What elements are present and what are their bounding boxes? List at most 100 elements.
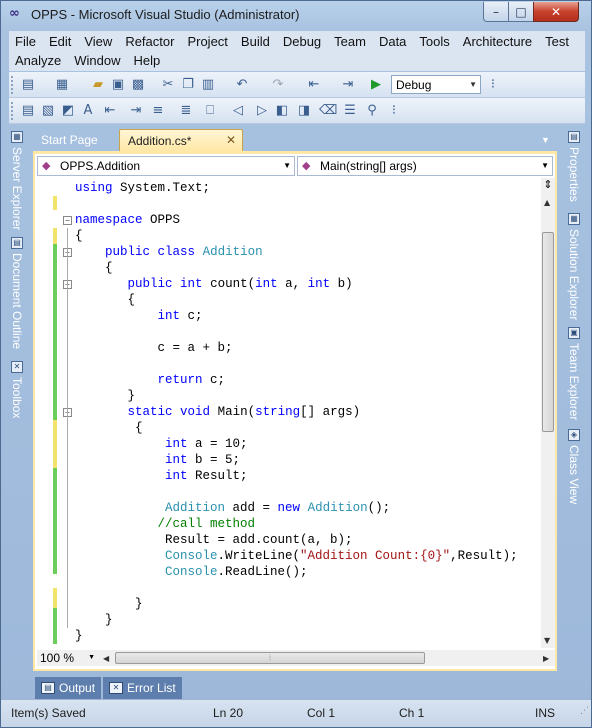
code-line[interactable]: } [75, 596, 143, 612]
menu-item-analyze[interactable]: Analyze [15, 53, 61, 68]
bookmark-next-folder-icon[interactable]: ◨ [295, 102, 313, 120]
side-tab-team-explorer[interactable]: ▣ Team Explorer [567, 327, 581, 420]
code-line[interactable]: { [75, 420, 143, 436]
code-line[interactable]: Result = add.count(a, b); [75, 532, 353, 548]
scroll-thumb[interactable] [542, 232, 554, 432]
code-line[interactable]: //call method [75, 516, 256, 532]
splitter-icon[interactable]: ⇕ [541, 178, 555, 194]
bookmark-previous-folder-icon[interactable]: ◧ [273, 102, 291, 120]
close-button[interactable]: ✕ [533, 2, 579, 22]
copy-icon[interactable]: ❐ [179, 76, 197, 94]
toolbar-grip[interactable] [11, 76, 14, 94]
code-line[interactable]: } [75, 612, 113, 628]
menu-item-build[interactable]: Build [241, 34, 270, 49]
member-navigation-dropdown[interactable]: ◆ Main(string[] args) ▼ [297, 156, 553, 176]
find-icon[interactable]: ⚲ [363, 102, 381, 120]
bookmark-previous-icon[interactable]: ◁ [229, 102, 247, 120]
menu-item-data[interactable]: Data [379, 34, 406, 49]
tab-addition-cs[interactable]: Addition.cs* ✕ [119, 129, 243, 151]
menu-item-team[interactable]: Team [334, 34, 366, 49]
menu-item-test[interactable]: Test [545, 34, 569, 49]
code-line[interactable]: { [75, 292, 136, 308]
bookmark-list-icon[interactable]: ☰ [341, 102, 359, 120]
redo-icon[interactable]: ↷ [269, 76, 287, 94]
decrease-indent-icon[interactable]: ⇤ [101, 102, 119, 120]
tab-output[interactable]: ▤ Output [35, 677, 102, 699]
code-line[interactable]: static void Main(string[] args) [75, 404, 361, 420]
code-line[interactable]: } [75, 628, 83, 644]
quick-info-icon[interactable]: ◩ [59, 102, 77, 120]
menu-item-tools[interactable]: Tools [419, 34, 449, 49]
solution-configuration-select[interactable]: Debug ▼ [391, 75, 481, 94]
add-item-icon[interactable]: ▦ [53, 76, 71, 94]
code-text-area[interactable]: − − − − using System.Text; namespace OPPS{ p… [37, 178, 541, 648]
parameter-info-icon[interactable]: ▧ [39, 102, 57, 120]
menu-item-window[interactable]: Window [74, 53, 120, 68]
menu-item-file[interactable]: File [15, 34, 36, 49]
bookmark-next-icon[interactable]: ▷ [253, 102, 271, 120]
close-icon[interactable]: ✕ [226, 133, 236, 147]
increase-indent-icon[interactable]: ⇥ [127, 102, 145, 120]
active-files-dropdown-icon[interactable]: ▼ [541, 135, 550, 145]
bookmark-toggle-icon[interactable]: ⎕ [201, 102, 219, 120]
navigate-forward-icon[interactable]: ⇥ [339, 76, 357, 94]
code-line[interactable]: public int count(int a, int b) [75, 276, 353, 292]
menu-item-project[interactable]: Project [187, 34, 227, 49]
display-object-member-list-icon[interactable]: ▤ [19, 102, 37, 120]
side-tab-server-explorer[interactable]: ▦ Server Explorer [10, 131, 24, 230]
vertical-scrollbar[interactable]: ⇕ ▲ ▼ [541, 178, 555, 648]
clear-bookmarks-icon[interactable]: ⌫ [319, 102, 337, 120]
cut-icon[interactable]: ✂ [159, 76, 177, 94]
resize-grip-icon[interactable]: ⋰ [580, 706, 589, 726]
new-project-icon[interactable]: ▤ [19, 76, 37, 94]
minimize-button[interactable]: – [483, 2, 509, 22]
menu-item-debug[interactable]: Debug [283, 34, 321, 49]
code-line[interactable]: public class Addition [75, 244, 263, 260]
tab-error-list[interactable]: ✕ Error List [103, 677, 182, 699]
side-tab-toolbox[interactable]: ✕ Toolbox [10, 361, 24, 418]
menu-item-refactor[interactable]: Refactor [125, 34, 174, 49]
type-navigation-dropdown[interactable]: ◆ OPPS.Addition ▼ [37, 156, 295, 176]
undo-icon[interactable]: ↶ [233, 76, 251, 94]
code-line[interactable]: c = a + b; [75, 340, 233, 356]
scroll-right-icon[interactable]: ▶ [543, 654, 549, 663]
word-completion-icon[interactable]: A [79, 102, 97, 120]
menu-item-view[interactable]: View [84, 34, 112, 49]
code-line[interactable]: Console.ReadLine(); [75, 564, 308, 580]
open-file-icon[interactable]: ▰ [89, 76, 107, 94]
code-line[interactable]: return c; [75, 372, 226, 388]
scroll-down-icon[interactable]: ▼ [544, 636, 550, 645]
title-bar[interactable]: ∞ OPPS - Microsoft Visual Studio (Admini… [1, 1, 591, 29]
save-all-icon[interactable]: ▩ [129, 76, 147, 94]
zoom-dropdown[interactable]: 100 % ▼ [37, 650, 99, 666]
start-debugging-icon[interactable]: ▶ [367, 76, 385, 94]
maximize-button[interactable]: □ [508, 2, 534, 22]
side-tab-solution-explorer[interactable]: ▦ Solution Explorer [567, 213, 581, 320]
code-line[interactable]: int a = 10; [75, 436, 248, 452]
save-icon[interactable]: ▣ [109, 76, 127, 94]
code-line[interactable]: int b = 5; [75, 452, 240, 468]
toolbar-options-icon[interactable]: ⁝ [385, 102, 403, 120]
uncomment-lines-icon[interactable]: ≣ [177, 102, 195, 120]
toolbar-options-icon[interactable]: ⁝ [484, 76, 502, 94]
scroll-left-icon[interactable]: ◀ [103, 654, 109, 663]
code-line[interactable]: Console.WriteLine("Addition Count:{0}",R… [75, 548, 518, 564]
menu-item-architecture[interactable]: Architecture [463, 34, 532, 49]
menu-item-help[interactable]: Help [134, 53, 161, 68]
code-line[interactable]: namespace OPPS [75, 212, 180, 228]
side-tab-class-view[interactable]: ◈ Class View [567, 429, 581, 504]
side-tab-properties[interactable]: ▤ Properties [567, 131, 581, 202]
side-tab-document-outline[interactable]: ▤ Document Outline [10, 237, 24, 349]
horizontal-scrollbar[interactable]: 100 % ▼ ◀ ⦙ ▶ [37, 650, 555, 666]
code-line[interactable]: } [75, 388, 136, 404]
collapse-icon[interactable]: − [63, 216, 72, 225]
code-line[interactable]: int c; [75, 308, 203, 324]
code-line[interactable]: { [75, 228, 83, 244]
menu-item-edit[interactable]: Edit [49, 34, 71, 49]
scroll-thumb[interactable]: ⦙ [115, 652, 425, 664]
code-line[interactable]: Addition add = new Addition(); [75, 500, 390, 516]
tab-start-page[interactable]: Start Page [33, 129, 119, 151]
comment-lines-icon[interactable]: ≡ [149, 102, 167, 120]
code-line[interactable]: int Result; [75, 468, 248, 484]
toolbar-grip[interactable] [11, 102, 14, 120]
